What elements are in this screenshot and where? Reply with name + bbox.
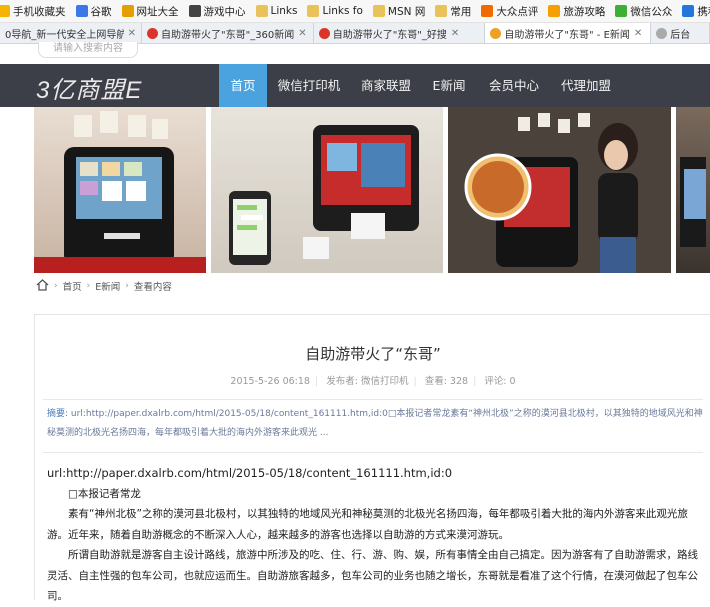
bookmark-item[interactable]: 谷歌 <box>75 4 112 19</box>
bookmark-icon <box>435 5 448 17</box>
bookmark-item[interactable]: 网址大全 <box>121 4 179 19</box>
article-paragraph: 素有“神州北极”之称的漠河县北极村，以其独特的地域风光和神秘莫测的北极光名扬四海… <box>47 508 688 541</box>
nav-member-center[interactable]: 会员中心 <box>483 64 545 107</box>
bookmark-icon <box>75 5 88 17</box>
close-tab-icon[interactable]: ✕ <box>451 28 459 39</box>
site-header: 3亿商盟E 首页 微信打印机 商家联盟 E新闻 会员中心 代理加盟 <box>0 64 710 107</box>
tab-title: 自助游带火了"东哥"_好搜 <box>332 30 447 41</box>
tab-favicon-icon <box>147 28 158 39</box>
tab-title: 0导航_新一代安全上网导航 <box>5 30 124 41</box>
bookmark-item[interactable]: 大众点评 <box>481 4 538 19</box>
browser-tab[interactable]: 自助游带火了"东哥"_360新闻 ✕ <box>142 23 314 43</box>
bookmark-label: MSN 网 <box>387 5 426 18</box>
site-search-input[interactable]: 请输入搜索内容 <box>38 42 138 58</box>
nav-enews[interactable]: E新闻 <box>425 64 473 107</box>
bookmark-icon <box>307 5 320 17</box>
bookmark-icon <box>188 5 201 17</box>
bookmark-label: 携程旅行 <box>697 5 710 18</box>
bookmark-icon <box>481 5 494 17</box>
bookmark-label: Links fo <box>322 5 363 17</box>
article-container: 自助游带火了“东哥” 2015-5-26 06:18 | 发布者: 微信打印机 | … <box>34 314 710 602</box>
breadcrumb-home[interactable]: 首页 <box>63 279 82 293</box>
divider <box>43 452 703 453</box>
nav-merchant-alliance[interactable]: 商家联盟 <box>355 64 417 107</box>
browser-tab[interactable]: 后台 <box>651 23 710 43</box>
article-meta: 2015-5-26 06:18 | 发布者: 微信打印机 | 查看: 328 | 评论… <box>230 376 516 387</box>
views-count: 328 <box>449 376 469 387</box>
tab-favicon-icon <box>490 28 502 39</box>
tab-favicon-icon <box>318 28 330 39</box>
browser-tab[interactable]: 自助游带火了"东哥"_好搜 ✕ <box>314 23 486 43</box>
tab-favicon-icon <box>656 28 668 39</box>
article-byline: □本报记者常龙 <box>68 487 141 500</box>
bookmark-label: 大众点评 <box>496 5 539 18</box>
bookmark-label: 常用 <box>450 5 472 18</box>
bookmark-item[interactable]: Links fo <box>307 5 363 17</box>
home-icon[interactable] <box>36 278 49 294</box>
article-title: 自助游带火了“东哥” <box>305 345 441 363</box>
bookmark-item[interactable]: Links <box>255 5 298 17</box>
bookmark-icon <box>0 5 10 17</box>
comments-count[interactable]: 0 <box>510 376 516 387</box>
comments-label: 评论: <box>484 376 507 387</box>
breadcrumb: › 首页 › E新闻 › 查看内容 <box>36 278 172 294</box>
bookmarks-bar: 手机收藏夹 谷歌 网址大全 游戏中心 Links Links fo MSN 网 常用 大众点评 旅… <box>0 0 710 23</box>
bookmark-icon <box>548 5 561 17</box>
bookmark-item[interactable]: 微信公众 <box>615 4 672 19</box>
nav-home[interactable]: 首页 <box>219 64 267 107</box>
breadcrumb-enews[interactable]: E新闻 <box>95 279 120 293</box>
publisher-link[interactable]: 微信打印机 <box>361 376 409 387</box>
promo-banner[interactable] <box>34 107 710 273</box>
close-tab-icon[interactable]: ✕ <box>634 28 642 39</box>
bookmark-item[interactable]: 旅游攻略 <box>548 4 605 19</box>
bookmark-icon <box>615 5 628 17</box>
close-tab-icon[interactable]: ✕ <box>128 28 136 39</box>
bookmark-item[interactable]: 携程旅行 <box>682 4 710 19</box>
breadcrumb-separator: › <box>86 281 91 291</box>
bookmark-icon <box>682 5 695 17</box>
article-date: 2015-5-26 06:18 <box>230 376 310 387</box>
bookmark-icon <box>121 5 134 17</box>
bookmark-item[interactable]: MSN 网 <box>372 4 426 19</box>
bookmark-label: 网址大全 <box>136 5 179 18</box>
bookmark-icon <box>372 5 385 17</box>
breadcrumb-current: 查看内容 <box>133 282 172 293</box>
nav-wechat-printer[interactable]: 微信打印机 <box>273 64 345 107</box>
bookmark-label: 游戏中心 <box>203 5 246 18</box>
publisher-label: 发布者: <box>326 376 358 387</box>
bookmark-label: Links <box>270 5 298 17</box>
divider <box>43 399 703 400</box>
banner-woman-kiosk[interactable] <box>448 107 671 273</box>
article-summary: 摘要: url:http://paper.dxalrb.com/html/201… <box>47 405 707 443</box>
article-body: url:http://paper.dxalrb.com/html/2015-05… <box>47 463 707 607</box>
tab-strip: 0导航_新一代安全上网导航 ✕ 自助游带火了"东哥"_360新闻 ✕ 自助游带火了"东哥… <box>0 23 710 44</box>
tab-title: 后台 <box>670 30 691 41</box>
browser-tab[interactable]: 自助游带火了"东哥" - E新闻 ✕ <box>485 23 652 43</box>
banner-photo-kiosk[interactable] <box>34 107 206 273</box>
banner-partial-photo[interactable] <box>676 107 710 273</box>
bookmark-item[interactable]: 手机收藏夹 <box>0 4 66 19</box>
bookmark-item[interactable]: 常用 <box>435 4 471 19</box>
close-tab-icon[interactable]: ✕ <box>298 28 306 39</box>
tab-title: 自助游带火了"东哥" - E新闻 <box>504 30 630 41</box>
bookmark-icon <box>255 5 268 17</box>
bookmark-label: 微信公众 <box>630 5 673 18</box>
bookmark-label: 旅游攻略 <box>563 5 606 18</box>
nav-agent-join[interactable]: 代理加盟 <box>555 64 617 107</box>
article-url-line: url:http://paper.dxalrb.com/html/2015-05… <box>47 466 453 480</box>
article-paragraph: 所谓自助游就是游客自主设计路线，旅游中所涉及的吃、住、行、游、购、娱，所有事情全… <box>47 549 698 602</box>
browser-tab[interactable]: 0导航_新一代安全上网导航 ✕ <box>0 23 142 43</box>
site-logo[interactable]: 3亿商盟E <box>36 70 142 105</box>
bookmark-item[interactable]: 游戏中心 <box>188 4 246 19</box>
bookmark-label: 谷歌 <box>90 5 112 18</box>
breadcrumb-separator: › <box>125 281 129 291</box>
breadcrumb-separator: › <box>54 281 58 291</box>
bookmark-label: 手机收藏夹 <box>13 5 66 18</box>
views-label: 查看: <box>424 376 447 387</box>
summary-label: 摘要: <box>47 409 69 419</box>
summary-text: url:http://paper.dxalrb.com/html/2015-05… <box>47 409 703 438</box>
tab-title: 自助游带火了"东哥"_360新闻 <box>161 30 295 41</box>
banner-phone-printer[interactable] <box>211 107 443 273</box>
